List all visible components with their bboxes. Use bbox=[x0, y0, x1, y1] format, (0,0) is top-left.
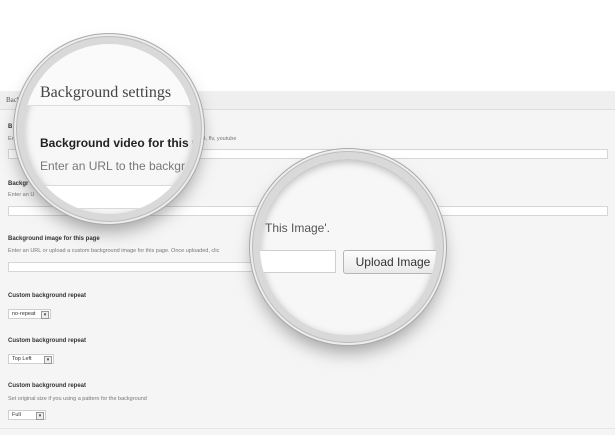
magnified-video-desc: Enter an URL to the backgr bbox=[40, 159, 185, 173]
magnified-image-url-input[interactable] bbox=[260, 250, 336, 273]
size-desc: Set original size if you using a pattern… bbox=[8, 396, 147, 402]
upload-image-button[interactable]: Upload Image bbox=[343, 250, 436, 274]
size-select[interactable]: Full ▾ bbox=[8, 410, 46, 420]
bg-image-url-input[interactable] bbox=[8, 262, 258, 272]
size-value: Full bbox=[12, 412, 21, 418]
position-select[interactable]: Top Left ▾ bbox=[8, 354, 54, 364]
divider bbox=[0, 428, 615, 429]
bg-image-desc: Enter an URL or upload a custom backgrou… bbox=[8, 248, 220, 254]
bg-image-label: Background image for this page bbox=[8, 236, 100, 242]
repeat-select[interactable]: no-repeat ▾ bbox=[8, 309, 51, 319]
magnified-image-hint: This Image'. bbox=[265, 221, 330, 235]
chevron-down-icon: ▾ bbox=[44, 356, 52, 364]
chevron-down-icon: ▾ bbox=[41, 311, 49, 319]
magnified-video-input[interactable] bbox=[32, 185, 194, 209]
position-label: Custom background repeat bbox=[8, 338, 87, 344]
repeat-label: Custom background repeat bbox=[8, 293, 87, 299]
video-desc: Er bbox=[8, 136, 14, 142]
magnifier-settings-title: Background settings Background video for… bbox=[17, 37, 201, 221]
video-desc-tail: m4, flv, youtube bbox=[198, 136, 237, 142]
magnified-title: Background settings bbox=[40, 84, 172, 101]
bg-color-label: Backgr bbox=[8, 181, 29, 187]
position-value: Top Left bbox=[12, 356, 32, 362]
size-label: Custom background repeat bbox=[8, 383, 87, 389]
chevron-down-icon: ▾ bbox=[36, 412, 44, 420]
repeat-value: no-repeat bbox=[12, 311, 36, 317]
bg-color-desc: Enter an U bbox=[8, 192, 35, 198]
video-label: B bbox=[8, 124, 13, 130]
magnifier-upload: This Image'. Upload Image bbox=[253, 152, 443, 342]
magnified-video-label: Background video for this p bbox=[40, 136, 200, 150]
